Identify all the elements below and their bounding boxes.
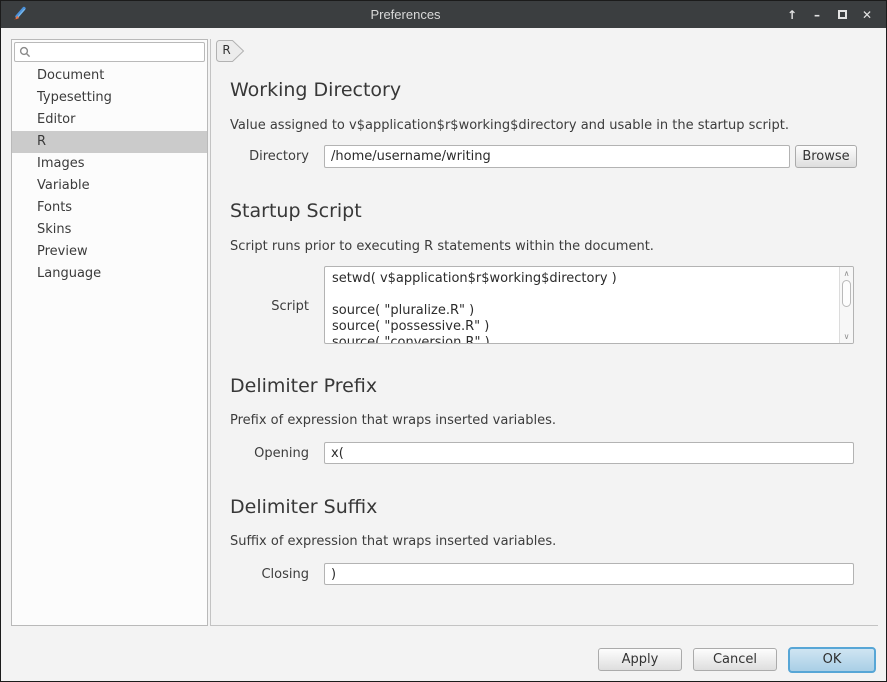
shade-icon: ↑ (787, 8, 797, 22)
opening-label: Opening (211, 446, 309, 461)
working-directory-heading: Working Directory (230, 79, 401, 101)
titlebar[interactable]: Preferences ↑ – ✕ (1, 1, 886, 28)
minimize-button[interactable]: – (808, 6, 826, 24)
sidebar-item-r[interactable]: R (12, 131, 207, 153)
search-icon (19, 46, 31, 58)
startup-script-description: Script runs prior to executing R stateme… (230, 239, 654, 255)
close-button[interactable]: ✕ (858, 6, 876, 24)
script-scrollbar[interactable]: ∧ ∨ (839, 267, 853, 343)
maximize-button[interactable] (833, 6, 851, 24)
sidebar-item-language[interactable]: Language (12, 263, 207, 285)
sidebar-item-editor[interactable]: Editor (12, 109, 207, 131)
sidebar-item-images[interactable]: Images (12, 153, 207, 175)
script-text[interactable]: setwd( v$application$r$working$directory… (332, 271, 837, 344)
app-pen-icon (11, 6, 28, 23)
window-title: Preferences (28, 7, 783, 22)
delimiter-suffix-description: Suffix of expression that wraps inserted… (230, 534, 556, 550)
delimiter-prefix-description: Prefix of expression that wraps inserted… (230, 413, 556, 429)
close-icon: ✕ (862, 8, 872, 22)
breadcrumb: R (216, 40, 245, 62)
working-directory-description: Value assigned to v$application$r$workin… (230, 118, 789, 134)
apply-button[interactable]: Apply (598, 648, 682, 671)
settings-panel: R Working Directory Value assigned to v$… (210, 39, 878, 626)
category-list: Document Typesetting Editor R Images Var… (12, 65, 207, 285)
scroll-up-icon[interactable]: ∧ (840, 268, 853, 279)
closing-label: Closing (211, 567, 309, 582)
sidebar-search[interactable] (14, 42, 205, 62)
sidebar-item-fonts[interactable]: Fonts (12, 197, 207, 219)
sidebar-item-preview[interactable]: Preview (12, 241, 207, 263)
delimiter-prefix-heading: Delimiter Prefix (230, 375, 377, 397)
opening-input[interactable] (324, 442, 854, 464)
breadcrumb-label: R (218, 43, 235, 57)
dialog-content: Document Typesetting Editor R Images Var… (1, 28, 886, 681)
sidebar-item-typesetting[interactable]: Typesetting (12, 87, 207, 109)
maximize-icon (838, 10, 847, 19)
ok-button[interactable]: OK (788, 647, 876, 673)
dialog-buttons: Apply Cancel OK (598, 646, 876, 673)
sidebar-item-skins[interactable]: Skins (12, 219, 207, 241)
window-controls: ↑ – ✕ (783, 6, 876, 24)
scroll-down-icon[interactable]: ∨ (840, 331, 853, 342)
directory-input[interactable] (324, 145, 790, 168)
sidebar-item-document[interactable]: Document (12, 65, 207, 87)
shade-button[interactable]: ↑ (783, 6, 801, 24)
script-label: Script (211, 299, 309, 314)
directory-label: Directory (211, 149, 309, 164)
script-editor[interactable]: setwd( v$application$r$working$directory… (324, 266, 854, 344)
minimize-icon: – (814, 8, 820, 22)
delimiter-suffix-heading: Delimiter Suffix (230, 496, 377, 518)
sidebar-item-variable[interactable]: Variable (12, 175, 207, 197)
scrollbar-thumb[interactable] (842, 280, 851, 307)
closing-input[interactable] (324, 563, 854, 585)
category-sidebar: Document Typesetting Editor R Images Var… (11, 39, 208, 626)
search-input[interactable] (35, 45, 200, 59)
startup-script-heading: Startup Script (230, 200, 362, 222)
preferences-dialog: Preferences ↑ – ✕ Document Typesetting E… (0, 0, 887, 682)
cancel-button[interactable]: Cancel (693, 648, 777, 671)
browse-button[interactable]: Browse (795, 145, 857, 168)
